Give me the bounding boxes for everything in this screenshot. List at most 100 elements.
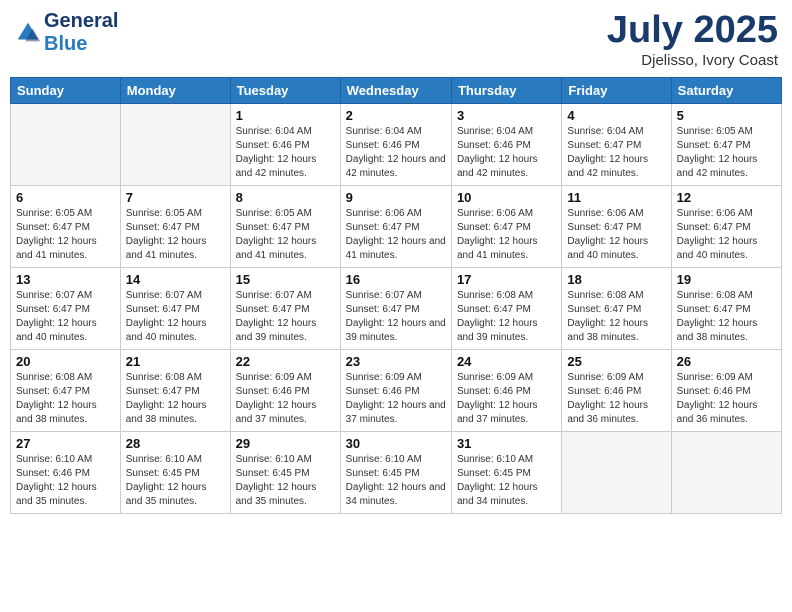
- calendar-cell: 31 Sunrise: 6:10 AM Sunset: 6:45 PM Dayli…: [451, 431, 561, 513]
- calendar-cell: 22Sunrise: 6:09 AM Sunset: 6:46 PM Dayli…: [230, 349, 340, 431]
- calendar-cell: 15 Sunrise: 6:07 AM Sunset: 6:47 PM Dayli…: [230, 267, 340, 349]
- day-number: 28: [126, 436, 225, 451]
- day-info: Sunrise: 6:08 AM Sunset: 6:47 PM Dayligh…: [126, 371, 225, 427]
- day-number: 20: [16, 354, 115, 369]
- day-number: 21: [126, 354, 225, 369]
- day-info: Sunrise: 6:08 AM Sunset: 6:47 PM Dayligh…: [567, 289, 665, 345]
- day-info: Sunrise: 6:10 AM Sunset: 6:45 PM Dayligh…: [457, 453, 556, 509]
- day-info: Sunrise: 6:10 AM Sunset: 6:45 PM Dayligh…: [236, 453, 335, 509]
- day-number: 26: [677, 354, 776, 369]
- calendar-cell: 10 Sunrise: 6:06 AM Sunset: 6:47 PM Dayli…: [451, 185, 561, 267]
- day-info: Sunrise: 6:09 AM Sunset: 6:46 PM Dayligh…: [457, 371, 556, 427]
- col-thursday: Thursday: [451, 77, 561, 103]
- logo-line2: Blue: [44, 33, 118, 56]
- day-info: Sunrise: 6:04 AM Sunset: 6:46 PM Dayligh…: [457, 125, 556, 181]
- calendar-cell: 14Sunrise: 6:07 AM Sunset: 6:47 PM Dayli…: [120, 267, 230, 349]
- day-number: 1: [236, 108, 335, 123]
- calendar-cell: 9 Sunrise: 6:06 AM Sunset: 6:47 PM Daylig…: [340, 185, 451, 267]
- month-title: July 2025: [607, 10, 778, 52]
- calendar-cell: 11 Sunrise: 6:06 AM Sunset: 6:47 PM Dayli…: [562, 185, 671, 267]
- day-info: Sunrise: 6:10 AM Sunset: 6:45 PM Dayligh…: [346, 453, 446, 509]
- day-number: 25: [567, 354, 665, 369]
- calendar-cell: 25 Sunrise: 6:09 AM Sunset: 6:46 PM Dayli…: [562, 349, 671, 431]
- day-info: Sunrise: 6:04 AM Sunset: 6:46 PM Dayligh…: [346, 125, 446, 181]
- day-number: 11: [567, 190, 665, 205]
- day-number: 18: [567, 272, 665, 287]
- day-info: Sunrise: 6:06 AM Sunset: 6:47 PM Dayligh…: [457, 207, 556, 263]
- calendar-header-row: Sunday Monday Tuesday Wednesday Thursday…: [11, 77, 782, 103]
- day-number: 12: [677, 190, 776, 205]
- calendar-cell: 8 Sunrise: 6:05 AM Sunset: 6:47 PM Daylig…: [230, 185, 340, 267]
- calendar-week-1: 1 Sunrise: 6:04 AM Sunset: 6:46 PM Daylig…: [11, 103, 782, 185]
- day-number: 19: [677, 272, 776, 287]
- day-info: Sunrise: 6:08 AM Sunset: 6:47 PM Dayligh…: [677, 289, 776, 345]
- col-sunday: Sunday: [11, 77, 121, 103]
- day-info: Sunrise: 6:05 AM Sunset: 6:47 PM Dayligh…: [126, 207, 225, 263]
- day-info: Sunrise: 6:04 AM Sunset: 6:46 PM Dayligh…: [236, 125, 335, 181]
- calendar-cell: 19 Sunrise: 6:08 AM Sunset: 6:47 PM Dayli…: [671, 267, 781, 349]
- calendar-table: Sunday Monday Tuesday Wednesday Thursday…: [10, 77, 782, 514]
- calendar-cell: [562, 431, 671, 513]
- calendar-cell: 30Sunrise: 6:10 AM Sunset: 6:45 PM Dayli…: [340, 431, 451, 513]
- day-number: 3: [457, 108, 556, 123]
- day-number: 10: [457, 190, 556, 205]
- day-number: 4: [567, 108, 665, 123]
- col-monday: Monday: [120, 77, 230, 103]
- calendar-cell: 16Sunrise: 6:07 AM Sunset: 6:47 PM Dayli…: [340, 267, 451, 349]
- calendar-cell: 29 Sunrise: 6:10 AM Sunset: 6:45 PM Dayli…: [230, 431, 340, 513]
- calendar-week-2: 6 Sunrise: 6:05 AM Sunset: 6:47 PM Daylig…: [11, 185, 782, 267]
- day-number: 9: [346, 190, 446, 205]
- day-number: 24: [457, 354, 556, 369]
- calendar-cell: 3 Sunrise: 6:04 AM Sunset: 6:46 PM Daylig…: [451, 103, 561, 185]
- calendar-cell: 5 Sunrise: 6:05 AM Sunset: 6:47 PM Daylig…: [671, 103, 781, 185]
- logo-line1: General: [44, 10, 118, 33]
- col-tuesday: Tuesday: [230, 77, 340, 103]
- day-info: Sunrise: 6:09 AM Sunset: 6:46 PM Dayligh…: [567, 371, 665, 427]
- calendar-cell: [11, 103, 121, 185]
- day-number: 31: [457, 436, 556, 451]
- day-number: 23: [346, 354, 446, 369]
- calendar-cell: 13Sunrise: 6:07 AM Sunset: 6:47 PM Dayli…: [11, 267, 121, 349]
- calendar-cell: 23Sunrise: 6:09 AM Sunset: 6:46 PM Dayli…: [340, 349, 451, 431]
- day-number: 15: [236, 272, 335, 287]
- calendar-cell: 7 Sunrise: 6:05 AM Sunset: 6:47 PM Daylig…: [120, 185, 230, 267]
- day-info: Sunrise: 6:04 AM Sunset: 6:47 PM Dayligh…: [567, 125, 665, 181]
- day-number: 29: [236, 436, 335, 451]
- day-number: 22: [236, 354, 335, 369]
- day-info: Sunrise: 6:08 AM Sunset: 6:47 PM Dayligh…: [16, 371, 115, 427]
- location-subtitle: Djelisso, Ivory Coast: [607, 52, 778, 69]
- day-number: 5: [677, 108, 776, 123]
- calendar-cell: 12 Sunrise: 6:06 AM Sunset: 6:47 PM Dayli…: [671, 185, 781, 267]
- calendar-cell: 28 Sunrise: 6:10 AM Sunset: 6:45 PM Dayli…: [120, 431, 230, 513]
- day-number: 16: [346, 272, 446, 287]
- day-info: Sunrise: 6:06 AM Sunset: 6:47 PM Dayligh…: [677, 207, 776, 263]
- calendar-cell: 1 Sunrise: 6:04 AM Sunset: 6:46 PM Daylig…: [230, 103, 340, 185]
- day-info: Sunrise: 6:10 AM Sunset: 6:46 PM Dayligh…: [16, 453, 115, 509]
- logo: General Blue: [14, 10, 118, 56]
- day-info: Sunrise: 6:07 AM Sunset: 6:47 PM Dayligh…: [126, 289, 225, 345]
- calendar-cell: 6 Sunrise: 6:05 AM Sunset: 6:47 PM Daylig…: [11, 185, 121, 267]
- calendar-cell: 18 Sunrise: 6:08 AM Sunset: 6:47 PM Dayli…: [562, 267, 671, 349]
- day-info: Sunrise: 6:09 AM Sunset: 6:46 PM Dayligh…: [677, 371, 776, 427]
- calendar-week-3: 13Sunrise: 6:07 AM Sunset: 6:47 PM Dayli…: [11, 267, 782, 349]
- page-header: General Blue July 2025 Djelisso, Ivory C…: [10, 10, 782, 69]
- day-info: Sunrise: 6:05 AM Sunset: 6:47 PM Dayligh…: [236, 207, 335, 263]
- calendar-cell: 2Sunrise: 6:04 AM Sunset: 6:46 PM Daylig…: [340, 103, 451, 185]
- calendar-cell: [671, 431, 781, 513]
- day-info: Sunrise: 6:05 AM Sunset: 6:47 PM Dayligh…: [16, 207, 115, 263]
- calendar-cell: 27Sunrise: 6:10 AM Sunset: 6:46 PM Dayli…: [11, 431, 121, 513]
- day-number: 8: [236, 190, 335, 205]
- calendar-week-5: 27Sunrise: 6:10 AM Sunset: 6:46 PM Dayli…: [11, 431, 782, 513]
- day-info: Sunrise: 6:10 AM Sunset: 6:45 PM Dayligh…: [126, 453, 225, 509]
- day-info: Sunrise: 6:06 AM Sunset: 6:47 PM Dayligh…: [346, 207, 446, 263]
- day-number: 6: [16, 190, 115, 205]
- col-saturday: Saturday: [671, 77, 781, 103]
- day-info: Sunrise: 6:05 AM Sunset: 6:47 PM Dayligh…: [677, 125, 776, 181]
- calendar-cell: 24 Sunrise: 6:09 AM Sunset: 6:46 PM Dayli…: [451, 349, 561, 431]
- calendar-cell: 20 Sunrise: 6:08 AM Sunset: 6:47 PM Dayli…: [11, 349, 121, 431]
- day-number: 7: [126, 190, 225, 205]
- day-info: Sunrise: 6:07 AM Sunset: 6:47 PM Dayligh…: [236, 289, 335, 345]
- calendar-cell: 21 Sunrise: 6:08 AM Sunset: 6:47 PM Dayli…: [120, 349, 230, 431]
- day-info: Sunrise: 6:06 AM Sunset: 6:47 PM Dayligh…: [567, 207, 665, 263]
- col-friday: Friday: [562, 77, 671, 103]
